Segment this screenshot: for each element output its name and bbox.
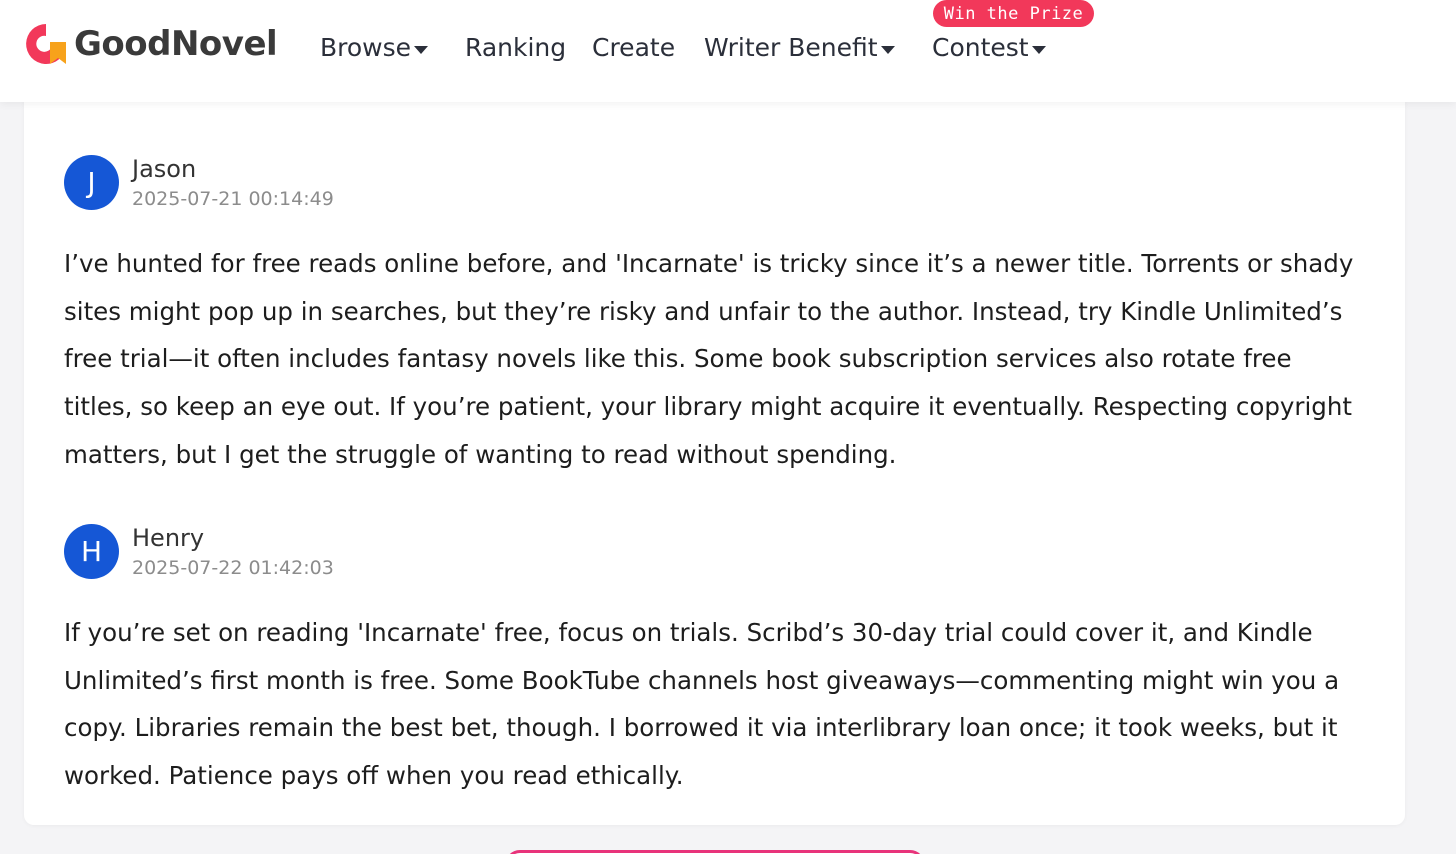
- chevron-down-icon: [880, 46, 895, 54]
- comment-timestamp: 2025-07-21 00:14:49: [132, 188, 334, 210]
- nav-browse-label: Browse: [320, 32, 412, 62]
- comment-text: I’ve hunted for free reads online before…: [64, 249, 1354, 469]
- logo-text: GoodNovel: [74, 24, 278, 64]
- comment-author[interactable]: Henry: [132, 524, 204, 552]
- nav-create-label: Create: [592, 32, 676, 62]
- nav-ranking[interactable]: Ranking: [465, 30, 566, 64]
- chevron-down-icon: [1031, 46, 1046, 54]
- nav-contest-label: Contest: [932, 32, 1029, 62]
- goodnovel-logo[interactable]: GoodNovel: [22, 20, 278, 68]
- win-the-prize-badge[interactable]: Win the Prize: [933, 0, 1094, 27]
- site-header: GoodNovel Browse Ranking Create Writer B…: [0, 0, 1456, 102]
- chevron-down-icon: [414, 46, 429, 54]
- nav-writer-benefit[interactable]: Writer Benefit: [704, 30, 895, 64]
- goodnovel-logo-icon: [26, 24, 66, 64]
- nav-create[interactable]: Create: [592, 30, 675, 64]
- nav-ranking-label: Ranking: [465, 32, 567, 62]
- nav-writer-benefit-label: Writer Benefit: [704, 32, 878, 62]
- comment-timestamp: 2025-07-22 01:42:03: [132, 557, 334, 579]
- avatar[interactable]: H: [64, 524, 119, 579]
- comments-card: J Jason 2025-07-21 00:14:49 I’ve hunted …: [24, 90, 1405, 825]
- comment-text: If you’re set on reading 'Incarnate' fre…: [64, 618, 1340, 791]
- load-more-button[interactable]: [505, 850, 925, 854]
- nav-browse[interactable]: Browse: [320, 30, 429, 64]
- comment-author[interactable]: Jason: [132, 155, 196, 183]
- avatar[interactable]: J: [64, 155, 119, 210]
- nav-contest[interactable]: Contest: [932, 30, 1046, 64]
